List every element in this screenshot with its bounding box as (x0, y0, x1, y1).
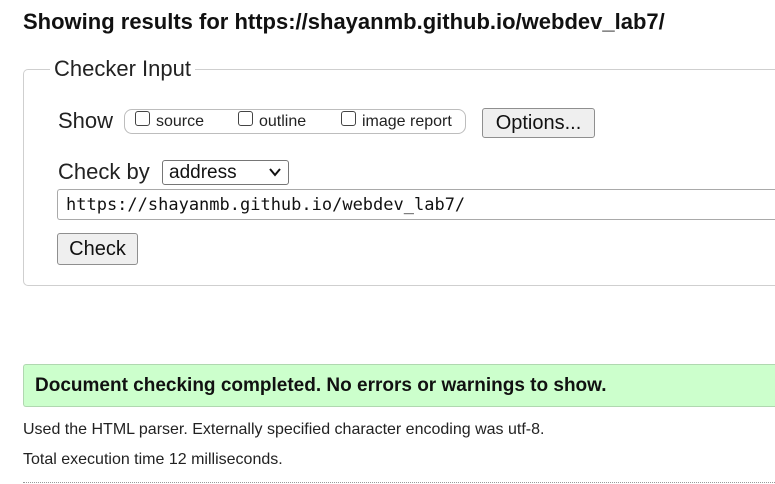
show-source-option[interactable]: source (135, 109, 204, 134)
checker-input-legend: Checker Input (50, 56, 195, 82)
outline-checkbox[interactable] (238, 111, 253, 126)
show-outline-option[interactable]: outline (238, 109, 306, 134)
show-label: Show (58, 108, 114, 133)
success-message: Document checking completed. No errors o… (23, 364, 775, 407)
chevron-down-icon (269, 168, 281, 177)
outline-label: outline (259, 112, 307, 130)
options-button[interactable]: Options... (482, 108, 595, 138)
source-checkbox[interactable] (135, 111, 150, 126)
url-input[interactable]: https://shayanmb.github.io/webdev_lab7/ (57, 189, 775, 220)
image-report-checkbox[interactable] (341, 111, 356, 126)
check-by-select[interactable]: address (162, 160, 289, 185)
source-label: source (156, 112, 205, 130)
footer-divider (23, 482, 775, 483)
image-report-label: image report (362, 112, 452, 130)
check-by-label: Check by (58, 159, 150, 184)
parser-info-text: Used the HTML parser. Externally specifi… (23, 421, 545, 438)
execution-time-text: Total execution time 12 milliseconds. (23, 451, 283, 468)
show-image-report-option[interactable]: image report (341, 109, 452, 134)
page-title: Showing results for https://shayanmb.git… (23, 9, 665, 34)
check-button[interactable]: Check (57, 233, 138, 265)
check-by-selected-value: address (169, 161, 237, 183)
validator-page: Showing results for https://shayanmb.git… (0, 0, 775, 484)
